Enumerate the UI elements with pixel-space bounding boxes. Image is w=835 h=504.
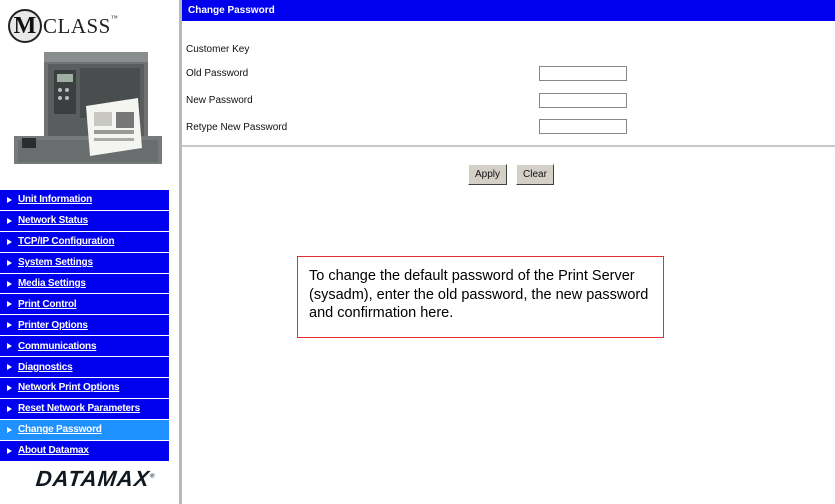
datamax-logo: DATAMAX® <box>34 466 156 491</box>
sidebar-item-label[interactable]: TCP/IP Configuration <box>18 236 115 247</box>
sidebar-item-system-settings[interactable]: System Settings <box>0 252 169 274</box>
sidebar-item-label[interactable]: About Datamax <box>18 445 89 456</box>
arrow-icon <box>0 301 18 307</box>
apply-button[interactable]: Apply <box>468 164 508 185</box>
sidebar-nav: Unit Information Network Status TCP/IP C… <box>0 190 169 462</box>
sidebar-item-label[interactable]: Diagnostics <box>18 362 73 373</box>
page-title: Change Password <box>182 0 835 21</box>
sidebar-item-network-print-options[interactable]: Network Print Options <box>0 378 169 399</box>
arrow-icon <box>0 197 18 203</box>
old-password-label: Old Password <box>186 68 249 79</box>
sidebar-item-printer-options[interactable]: Printer Options <box>0 315 169 337</box>
arrow-icon <box>0 218 18 224</box>
sidebar-item-reset-network-parameters[interactable]: Reset Network Parameters <box>0 398 169 420</box>
sidebar-item-about-datamax[interactable]: About Datamax <box>0 440 169 462</box>
old-password-field[interactable] <box>539 66 627 81</box>
sidebar-item-label[interactable]: Change Password <box>18 424 102 435</box>
sidebar-item-tcpip-configuration[interactable]: TCP/IP Configuration <box>0 231 169 253</box>
arrow-icon <box>0 322 18 328</box>
new-password-field[interactable] <box>539 93 627 108</box>
sidebar-item-unit-information[interactable]: Unit Information <box>0 190 169 211</box>
sidebar-item-label[interactable]: Unit Information <box>18 194 92 205</box>
arrow-icon <box>0 260 18 266</box>
m-logo-icon: M <box>8 9 42 43</box>
retype-password-field[interactable] <box>539 119 627 134</box>
sidebar-item-label[interactable]: Media Settings <box>18 278 86 289</box>
printer-image <box>14 52 162 164</box>
arrow-icon <box>0 364 18 370</box>
arrow-icon <box>0 343 18 349</box>
sidebar-item-label[interactable]: Network Print Options <box>18 382 120 393</box>
sidebar-item-label[interactable]: Communications <box>18 341 97 352</box>
arrow-icon <box>0 406 18 412</box>
sidebar-item-network-status[interactable]: Network Status <box>0 210 169 232</box>
sidebar-item-change-password[interactable]: Change Password <box>0 419 169 441</box>
clear-button[interactable]: Clear <box>516 164 554 185</box>
arrow-icon <box>0 427 18 433</box>
sidebar-item-media-settings[interactable]: Media Settings <box>0 273 169 295</box>
help-callout: To change the default password of the Pr… <box>297 256 664 338</box>
retype-password-label: Retype New Password <box>186 122 288 133</box>
logo-text: CLASS™ <box>43 13 119 38</box>
sidebar-item-diagnostics[interactable]: Diagnostics <box>0 357 169 379</box>
new-password-label: New Password <box>186 95 253 106</box>
sidebar-item-label[interactable]: Print Control <box>18 299 77 310</box>
sidebar-item-label[interactable]: Network Status <box>18 215 88 226</box>
sidebar-item-label[interactable]: Printer Options <box>18 320 88 331</box>
sidebar-item-print-control[interactable]: Print Control <box>0 294 169 316</box>
sidebar-item-label[interactable]: System Settings <box>18 257 93 268</box>
customer-key-label: Customer Key <box>186 44 250 55</box>
sidebar-item-communications[interactable]: Communications <box>0 336 169 358</box>
arrow-icon <box>0 385 18 391</box>
main-content: Change Password Customer Key Old Passwor… <box>182 0 835 504</box>
sidebar-item-label[interactable]: Reset Network Parameters <box>18 403 140 414</box>
mclass-logo: M CLASS™ <box>8 8 118 44</box>
arrow-icon <box>0 239 18 245</box>
arrow-icon <box>0 281 18 287</box>
sidebar: M CLASS™ Unit Information Network Status <box>0 0 172 504</box>
divider <box>182 145 835 147</box>
arrow-icon <box>0 448 18 454</box>
